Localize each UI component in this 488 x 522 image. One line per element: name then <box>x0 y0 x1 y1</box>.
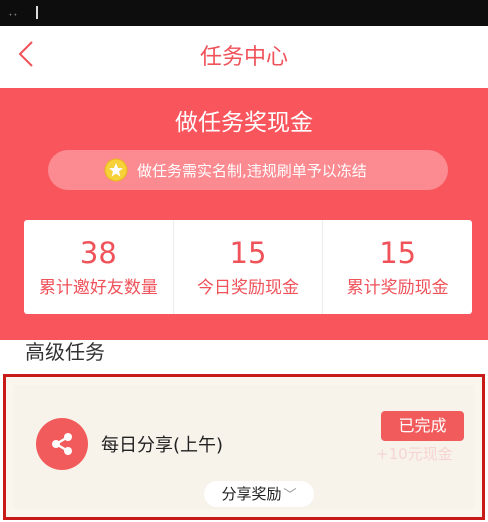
stat-value: 38 <box>79 236 117 270</box>
notice-text: 做任务需实名制,违规刷单予以冻结 <box>137 162 367 180</box>
task-item-daily-share[interactable]: 每日分享(上午) 已完成 +10元现金 分享奖励 ﹀ <box>14 385 474 509</box>
task-name: 每日分享(上午) <box>101 435 224 456</box>
stat-total-reward: 15 累计奖励现金 <box>322 220 472 314</box>
share-button[interactable] <box>36 418 88 470</box>
share-icon <box>52 433 72 455</box>
stat-invited-friends: 38 累计邀好友数量 <box>24 220 173 314</box>
signal-icon: ₊₊ <box>8 9 18 18</box>
page-title: 任务中心 <box>199 45 288 70</box>
chevron-down-icon: ﹀ <box>283 488 297 503</box>
notice-pill: 做任务需实名制,违规刷单予以冻结 <box>48 150 448 190</box>
reward-amount: +10元现金 <box>376 445 453 463</box>
stat-today-reward: 15 今日奖励现金 <box>172 220 323 314</box>
task-highlight-frame: 每日分享(上午) 已完成 +10元现金 分享奖励 ﹀ <box>3 374 485 520</box>
status-badge[interactable]: 已完成 <box>381 411 464 441</box>
star-coin-icon <box>104 158 128 182</box>
stat-label: 累计邀好友数量 <box>38 278 158 298</box>
nav-bar: 任务中心 <box>0 26 488 88</box>
section-title: 高级任务 <box>25 340 105 364</box>
stats-card: 38 累计邀好友数量 15 今日奖励现金 15 累计奖励现金 <box>24 220 472 314</box>
stat-label: 今日奖励现金 <box>197 278 299 298</box>
hero-title: 做任务奖现金 <box>175 110 313 136</box>
stat-value: 15 <box>229 236 267 270</box>
hero-banner: 做任务奖现金 做任务需实名制,违规刷单予以冻结 38 累计邀好友数量 15 今日… <box>0 88 488 340</box>
status-bar: ₊₊ <box>0 0 488 26</box>
share-reward-label: 分享奖励 <box>221 485 282 503</box>
stat-value: 15 <box>379 236 417 270</box>
stat-label: 累计奖励现金 <box>346 278 449 298</box>
share-reward-toggle[interactable]: 分享奖励 ﹀ <box>204 481 314 507</box>
status-indicator <box>36 6 38 19</box>
